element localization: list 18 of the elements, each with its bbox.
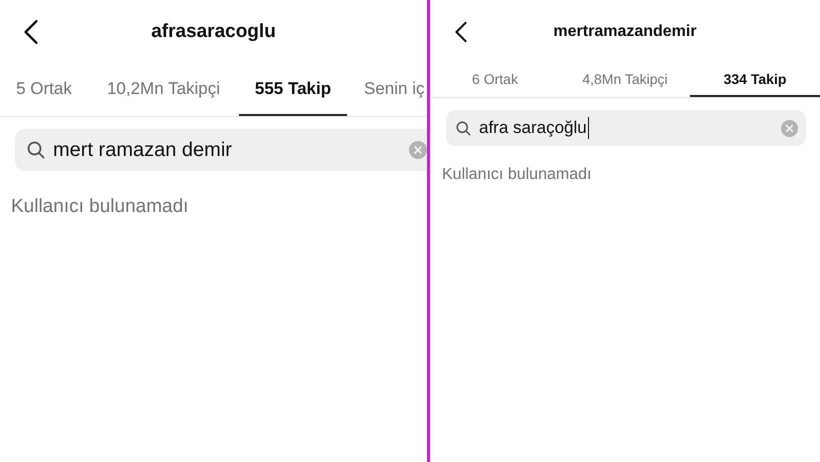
text-cursor <box>588 117 590 139</box>
no-results-message: Kullanıcı bulunamadı <box>441 165 592 185</box>
tab[interactable]: 10,2Mn Takipçi <box>88 64 239 116</box>
search-field[interactable]: mert ramazan demir <box>15 129 427 171</box>
search-field[interactable]: afra saraçoğlu <box>446 110 806 146</box>
tab[interactable]: 555 Takip <box>239 64 347 116</box>
search-icon <box>456 120 471 136</box>
tab[interactable]: 5 Ortak <box>0 64 88 116</box>
tab[interactable]: Senin iç <box>347 64 427 116</box>
back-icon[interactable] <box>22 19 40 45</box>
profile-username: mertramazandemir <box>553 22 697 42</box>
back-icon[interactable] <box>454 21 468 43</box>
tab[interactable]: 4,8Mn Takipçi <box>560 64 690 97</box>
search-icon <box>27 141 45 159</box>
tab[interactable]: 6 Ortak <box>430 64 560 97</box>
tab[interactable]: 334 Takip <box>690 64 820 97</box>
profile-username: afrasaracoglu <box>151 20 276 44</box>
no-results-message: Kullanıcı bulunamadı <box>10 195 190 219</box>
